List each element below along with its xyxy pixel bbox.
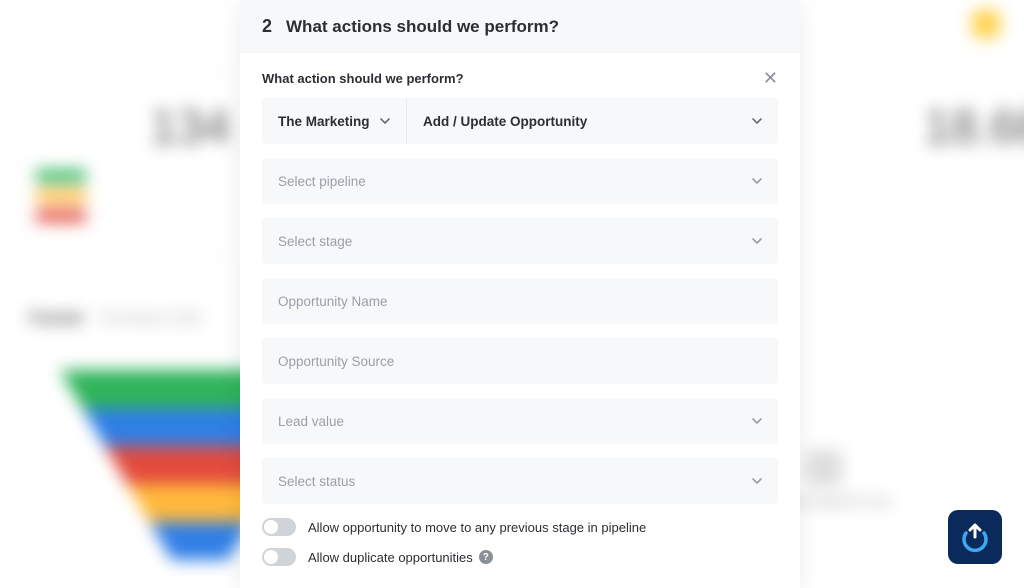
workspace-select[interactable]: The Marketing [262, 98, 407, 144]
opportunity-source-input[interactable]: Opportunity Source [262, 338, 778, 384]
allow-previous-stage-toggle[interactable] [262, 518, 296, 536]
chevron-down-icon [380, 116, 390, 126]
allow-previous-stage-label: Allow opportunity to move to any previou… [308, 520, 646, 535]
status-select[interactable]: Select status [262, 458, 778, 504]
question-label: What action should we perform? [262, 71, 778, 86]
workspace-select-value: The Marketing [278, 114, 370, 129]
opportunity-name-input[interactable]: Opportunity Name [262, 278, 778, 324]
help-icon[interactable]: ? [479, 550, 493, 564]
modal-title: What actions should we perform? [286, 17, 559, 37]
lead-value-placeholder: Lead value [278, 414, 344, 429]
metric-right: 18.66 [924, 100, 1024, 155]
stage-placeholder: Select stage [278, 234, 352, 249]
pipeline-select[interactable]: Select pipeline [262, 158, 778, 204]
chevron-down-icon [752, 476, 762, 486]
chevron-down-icon [752, 116, 762, 126]
funnel-subheading: Purchase (34) [100, 310, 201, 328]
chevron-down-icon [752, 416, 762, 426]
status-placeholder: Select status [278, 474, 355, 489]
action-select-value: Add / Update Opportunity [423, 114, 587, 129]
opportunity-name-placeholder: Opportunity Name [278, 294, 388, 309]
notification-bell-icon [972, 10, 1000, 38]
opportunity-source-placeholder: Opportunity Source [278, 354, 394, 369]
allow-duplicate-toggle[interactable] [262, 548, 296, 566]
pipeline-placeholder: Select pipeline [278, 174, 366, 189]
funnel-heading: Funnel [30, 310, 82, 328]
allow-duplicate-label: Allow duplicate opportunities [308, 550, 473, 565]
modal-header: 2 What actions should we perform? [240, 0, 800, 53]
close-icon[interactable]: ✕ [763, 69, 778, 87]
lead-value-select[interactable]: Lead value [262, 398, 778, 444]
chevron-down-icon [752, 176, 762, 186]
action-select[interactable]: Add / Update Opportunity [407, 98, 778, 144]
metric-left: 134 [150, 100, 230, 155]
chevron-down-icon [752, 236, 762, 246]
stage-select[interactable]: Select stage [262, 218, 778, 264]
brand-logo [948, 510, 1002, 564]
workflow-action-modal: 2 What actions should we perform? ✕ What… [240, 0, 800, 588]
step-number: 2 [262, 16, 272, 37]
